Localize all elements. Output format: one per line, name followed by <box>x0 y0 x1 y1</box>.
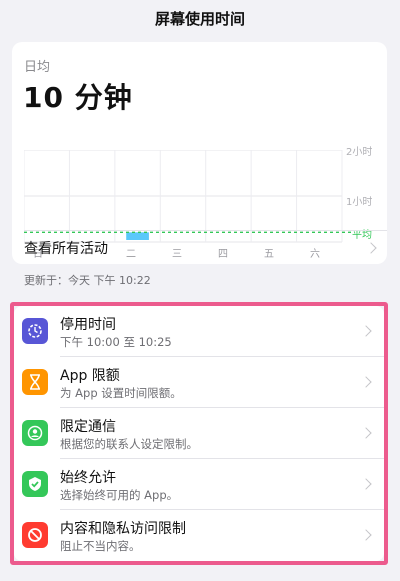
setting-title: 始终允许 <box>60 470 116 486</box>
chevron-right-icon <box>360 427 372 439</box>
setting-title: App 限额 <box>60 368 120 384</box>
chevron-right-icon <box>360 478 372 490</box>
setting-subtitle: 阻止不当内容。 <box>60 539 141 553</box>
setting-app-limits[interactable]: App 限额 为 App 设置时间限额。 <box>14 357 384 408</box>
chevron-right-icon <box>360 376 372 388</box>
setting-subtitle: 下午 10:00 至 10:25 <box>60 335 172 349</box>
see-all-activity-label: 查看所有活动 <box>24 241 108 257</box>
setting-title: 内容和隐私访问限制 <box>60 521 186 537</box>
daily-average-label: 日均 <box>24 60 51 75</box>
chevron-right-icon <box>365 242 377 254</box>
setting-content-privacy[interactable]: 内容和隐私访问限制 阻止不当内容。 <box>14 510 384 561</box>
moon-clock-icon <box>22 318 48 344</box>
setting-title: 限定通信 <box>60 419 116 435</box>
setting-subtitle: 选择始终可用的 App。 <box>60 488 179 502</box>
setting-title: 停用时间 <box>60 317 116 333</box>
chart-divider <box>24 230 387 231</box>
updated-timestamp: 更新于：今天 下午 10:22 <box>24 274 151 287</box>
setting-always-allowed[interactable]: 始终允许 选择始终可用的 App。 <box>14 459 384 510</box>
summary-card: 日均 10 分钟 2小时 1小时 平均 日 一 二 三 四 五 六 查看所有活动 <box>12 42 387 264</box>
checkmark-shield-icon <box>22 471 48 497</box>
daily-average-value: 10 分钟 <box>23 81 133 114</box>
settings-card: 停用时间 下午 10:00 至 10:25 App 限额 为 App 设置时间限… <box>14 306 384 561</box>
chevron-right-icon <box>360 325 372 337</box>
hourglass-icon <box>22 369 48 395</box>
setting-subtitle: 根据您的联系人设定限制。 <box>60 437 198 451</box>
setting-communication-limits[interactable]: 限定通信 根据您的联系人设定限制。 <box>14 408 384 459</box>
restriction-icon <box>22 522 48 548</box>
setting-subtitle: 为 App 设置时间限额。 <box>60 386 182 400</box>
page-title: 屏幕使用时间 <box>154 9 245 28</box>
nav-bar: 屏幕使用时间 <box>0 0 400 36</box>
person-circle-icon <box>22 420 48 446</box>
setting-downtime[interactable]: 停用时间 下午 10:00 至 10:25 <box>14 306 384 357</box>
y-tick-1h: 1小时 <box>346 197 373 208</box>
chevron-right-icon <box>360 529 372 541</box>
y-tick-2h: 2小时 <box>346 147 373 158</box>
see-all-activity-button[interactable]: 查看所有活动 <box>24 232 387 264</box>
